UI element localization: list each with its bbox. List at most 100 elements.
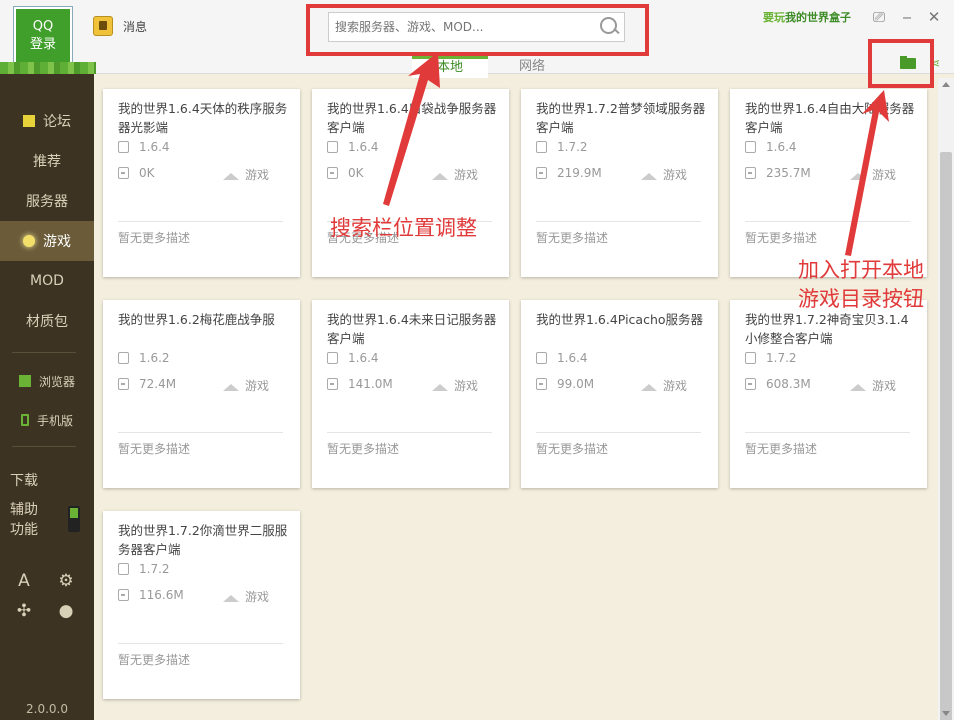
game-icon — [432, 170, 448, 180]
divider — [327, 432, 492, 433]
sidebar: 论坛 推荐 服务器 游戏 MOD 材质包 浏览器 手机版 下载 辅助功能 A ⚙… — [0, 74, 94, 720]
version-label: 2.0.0.0 — [0, 702, 94, 716]
size-row: 0K — [327, 166, 364, 180]
server-version: 1.6.4 — [348, 140, 379, 154]
sidebar-item-download[interactable]: 下载 — [10, 470, 38, 490]
size-row: 0K — [118, 166, 155, 180]
version-icon — [327, 352, 338, 364]
server-version: 1.6.4 — [766, 140, 797, 154]
server-size: 0K — [348, 166, 364, 180]
assist-toggle[interactable] — [68, 506, 80, 532]
server-title: 我的世界1.6.4未来日记服务器客户端 — [327, 310, 497, 350]
tab-local[interactable]: 本地 — [412, 56, 488, 78]
server-card[interactable]: 我的世界1.6.4口袋战争服务器客户端1.6.40K游戏暂无更多描述 — [312, 89, 509, 277]
message-icon — [93, 16, 113, 36]
size-row: 116.6M — [118, 588, 184, 602]
type-row: 游戏 — [850, 166, 896, 183]
server-card[interactable]: 我的世界1.6.2梅花鹿战争服1.6.272.4M游戏暂无更多描述 — [103, 300, 300, 488]
scroll-down-icon[interactable] — [942, 711, 950, 716]
server-version: 1.7.2 — [557, 140, 588, 154]
move-icon[interactable]: ✣ — [15, 602, 33, 620]
size-row: 608.3M — [745, 377, 811, 391]
divider — [745, 432, 910, 433]
server-card[interactable]: 我的世界1.7.2神奇宝贝3.1.4小修整合客户端1.7.2608.3M游戏暂无… — [730, 300, 927, 488]
scroll-up-icon[interactable] — [942, 82, 950, 87]
qq-login-label: QQ — [16, 18, 70, 36]
version-icon — [745, 141, 756, 153]
chat-icon[interactable]: ● — [57, 602, 75, 620]
type-row: 游戏 — [432, 377, 478, 394]
close-icon[interactable]: ✕ — [925, 8, 943, 26]
server-version: 1.6.4 — [557, 351, 588, 365]
server-card[interactable]: 我的世界1.6.4Picacho服务器1.6.499.0M游戏暂无更多描述 — [521, 300, 718, 488]
sidebar-item-mod[interactable]: MOD — [0, 261, 94, 301]
download-icon — [118, 589, 129, 601]
server-card[interactable]: 我的世界1.6.4自由大陆服务器客户端1.6.4235.7M游戏暂无更多描述 — [730, 89, 927, 277]
divider — [12, 352, 76, 353]
version-icon — [118, 563, 129, 575]
server-type: 游戏 — [872, 377, 896, 394]
scroll-thumb[interactable] — [940, 152, 952, 720]
sidebar-item-games[interactable]: 游戏 — [0, 221, 94, 261]
server-card[interactable]: 我的世界1.6.4天体的秩序服务器光影端1.6.40K游戏暂无更多描述 — [103, 89, 300, 277]
qq-login-button[interactable]: QQ 登录 — [14, 7, 72, 65]
download-icon — [118, 167, 129, 179]
server-type: 游戏 — [663, 377, 687, 394]
server-card[interactable]: 我的世界1.7.2普梦领域服务器客户端1.7.2219.9M游戏暂无更多描述 — [521, 89, 718, 277]
server-size: 99.0M — [557, 377, 594, 391]
sidebar-item-browser[interactable]: 浏览器 — [0, 361, 94, 401]
skin-icon[interactable]: ⎚ — [870, 8, 888, 26]
server-version: 1.6.2 — [139, 351, 170, 365]
server-version: 1.6.4 — [139, 140, 170, 154]
font-icon[interactable]: A — [15, 572, 33, 590]
size-row: 235.7M — [745, 166, 811, 180]
brand-prefix: 要玩 — [763, 11, 785, 24]
sidebar-item-recommend[interactable]: 推荐 — [0, 141, 94, 181]
sidebar-item-mobile[interactable]: 手机版 — [0, 400, 94, 440]
version-row: 1.6.4 — [536, 351, 588, 365]
version-row: 1.7.2 — [118, 562, 170, 576]
type-row: 游戏 — [223, 588, 269, 605]
server-version: 1.7.2 — [766, 351, 797, 365]
glow-icon — [23, 235, 35, 247]
version-row: 1.7.2 — [536, 140, 588, 154]
type-row: 游戏 — [432, 166, 478, 183]
type-row: 游戏 — [223, 377, 269, 394]
game-icon — [641, 170, 657, 180]
server-type: 游戏 — [245, 166, 269, 183]
sidebar-item-texture-packs[interactable]: 材质包 — [0, 301, 94, 341]
minimize-icon[interactable]: ‒ — [898, 8, 916, 26]
server-title: 我的世界1.6.4天体的秩序服务器光影端 — [118, 99, 288, 139]
server-version: 1.7.2 — [139, 562, 170, 576]
divider — [118, 643, 283, 644]
sidebar-item-forum[interactable]: 论坛 — [0, 101, 94, 141]
sidebar-item-label: 浏览器 — [39, 373, 75, 390]
download-icon — [327, 167, 338, 179]
messages-button[interactable]: 消息 — [93, 15, 147, 37]
server-size: 608.3M — [766, 377, 811, 391]
game-icon — [850, 381, 866, 391]
server-description: 暂无更多描述 — [536, 440, 608, 457]
version-icon — [118, 352, 129, 364]
brand-logo: 要玩我的世界盒子 — [763, 9, 851, 25]
server-type: 游戏 — [454, 166, 478, 183]
sidebar-item-assist[interactable]: 辅助功能 — [10, 500, 50, 540]
browser-icon — [19, 375, 31, 387]
server-type: 游戏 — [245, 588, 269, 605]
sidebar-item-label: 材质包 — [26, 311, 68, 331]
server-card[interactable]: 我的世界1.6.4未来日记服务器客户端1.6.4141.0M游戏暂无更多描述 — [312, 300, 509, 488]
version-icon — [327, 141, 338, 153]
server-size: 116.6M — [139, 588, 184, 602]
scrollbar[interactable] — [938, 78, 954, 720]
server-size: 219.9M — [557, 166, 602, 180]
server-version: 1.6.4 — [348, 351, 379, 365]
divider — [118, 221, 283, 222]
tab-network[interactable]: 网络 — [494, 58, 570, 78]
size-row: 141.0M — [327, 377, 393, 391]
server-card[interactable]: 我的世界1.7.2你滴世界二服服务器客户端1.7.2116.6M游戏暂无更多描述 — [103, 511, 300, 699]
download-icon — [745, 378, 756, 390]
gear-icon[interactable]: ⚙ — [57, 572, 75, 590]
phone-icon — [21, 414, 29, 426]
server-size: 72.4M — [139, 377, 176, 391]
sidebar-item-servers[interactable]: 服务器 — [0, 181, 94, 221]
